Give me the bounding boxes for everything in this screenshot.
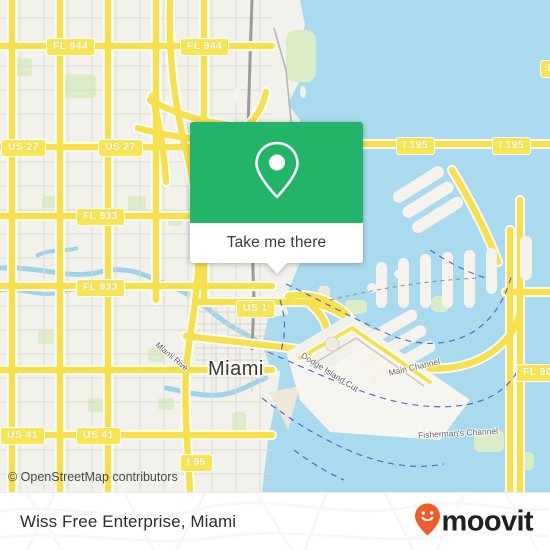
- road-shield-fl907: FL 907: [516, 364, 550, 382]
- popup-action-area[interactable]: Take me there: [190, 223, 363, 274]
- popup-pointer-tail: [265, 262, 288, 274]
- popup-image-area: [190, 122, 363, 223]
- map-popup-card[interactable]: Take me there: [190, 122, 363, 274]
- place-title: Wiss Free Enterprise, Miami: [20, 511, 237, 531]
- take-me-there-label: Take me there: [226, 234, 327, 251]
- map-attribution[interactable]: © OpenStreetMap contributors: [8, 470, 178, 484]
- road-shield-us41-west: US 41: [0, 427, 45, 445]
- location-pin-icon: [251, 138, 303, 207]
- bottom-info-bar: Wiss Free Enterprise, Miami moovit: [0, 492, 550, 550]
- map-canvas[interactable]: FL 944 FL 944 US 27 US 27 I 195 I 195 FL…: [0, 0, 550, 492]
- road-shield-fl944-west: FL 944: [46, 38, 95, 56]
- moovit-brand-logo[interactable]: moovit: [414, 502, 534, 541]
- road-shield-us27-east: US 27: [98, 139, 143, 157]
- road-shield-us27-west: US 27: [1, 139, 46, 157]
- moovit-wordmark: moovit: [441, 505, 534, 537]
- road-shield-us1: US 1: [236, 300, 275, 318]
- road-shield-fl933-south: FL 933: [76, 279, 125, 297]
- road-shield-clipped-right: F: [540, 60, 550, 78]
- road-shield-i195-west: I 195: [396, 137, 435, 155]
- road-shield-i95: I 95: [180, 454, 213, 472]
- road-shield-fl933-north: FL 933: [76, 208, 125, 226]
- moovit-smiling-pin-icon: [414, 502, 441, 541]
- road-shield-i195-east: I 195: [492, 137, 531, 155]
- city-label-miami: Miami: [208, 358, 264, 380]
- road-shield-fl944-east: FL 944: [180, 38, 229, 56]
- road-shield-us41-east: US 41: [76, 427, 121, 445]
